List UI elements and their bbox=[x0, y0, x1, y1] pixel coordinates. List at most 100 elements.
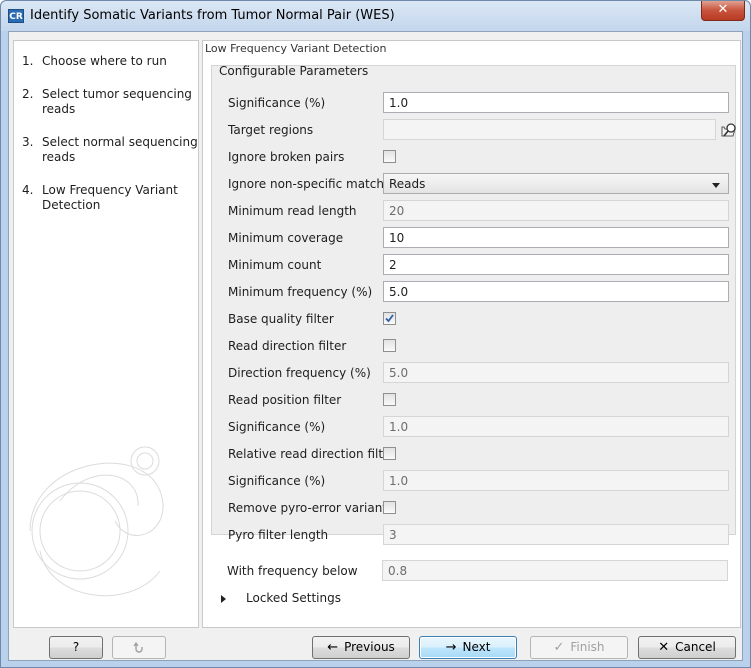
param-ignore-broken-pairs: Ignore broken pairs bbox=[212, 146, 737, 168]
param-ignore-non-specific-matches: Ignore non-specific matches Reads bbox=[212, 173, 737, 195]
step-number: 4. bbox=[22, 183, 34, 197]
param-significance-relative: Significance (%) 1.0 bbox=[212, 470, 737, 492]
param-label: Read direction filter bbox=[228, 339, 347, 353]
step-number: 3. bbox=[22, 135, 34, 149]
significance-relative-input[interactable]: 1.0 bbox=[383, 470, 729, 491]
param-significance-position: Significance (%) 1.0 bbox=[212, 416, 737, 438]
significance-position-input[interactable]: 1.0 bbox=[383, 416, 729, 437]
locked-settings-label: Locked Settings bbox=[246, 591, 341, 605]
step-select-tumor-reads: 2. Select tumor sequencing reads bbox=[22, 87, 198, 117]
param-minimum-coverage: Minimum coverage 10 bbox=[212, 227, 737, 249]
expand-arrow-icon bbox=[221, 594, 226, 603]
browse-folder-icon[interactable] bbox=[720, 120, 738, 140]
param-label: Minimum frequency (%) bbox=[228, 285, 373, 299]
param-minimum-read-length: Minimum read length 20 bbox=[212, 200, 737, 222]
cancel-label: Cancel bbox=[675, 640, 716, 654]
param-label: Significance (%) bbox=[228, 420, 326, 434]
base-quality-filter-checkbox[interactable] bbox=[383, 312, 396, 325]
reset-button[interactable] bbox=[112, 636, 166, 659]
param-label: Significance (%) bbox=[228, 474, 326, 488]
minimum-count-input[interactable]: 2 bbox=[383, 254, 729, 275]
button-bar: ? ← Previous → Next ✓ Finish ✕ Cancel bbox=[9, 630, 744, 662]
param-relative-read-direction-filter: Relative read direction filter bbox=[212, 443, 737, 465]
read-direction-filter-checkbox[interactable] bbox=[383, 339, 396, 352]
target-regions-input[interactable] bbox=[383, 119, 716, 140]
param-label: Base quality filter bbox=[228, 312, 334, 326]
param-base-quality-filter: Base quality filter bbox=[212, 308, 737, 330]
ignore-non-specific-matches-select[interactable]: Reads bbox=[383, 173, 729, 194]
undo-icon bbox=[133, 641, 143, 653]
checkmark-icon: ✓ bbox=[553, 640, 565, 655]
close-button[interactable]: ✕ bbox=[701, 1, 745, 21]
param-label: Ignore broken pairs bbox=[228, 150, 345, 164]
panel-title: Low Frequency Variant Detection bbox=[205, 42, 387, 55]
step-label: Select tumor sequencing reads bbox=[42, 87, 192, 116]
param-label: Minimum coverage bbox=[228, 231, 344, 245]
param-label: Minimum read length bbox=[228, 204, 357, 218]
dialog-body: 1. Choose where to run 2. Select tumor s… bbox=[8, 31, 743, 661]
step-label: Select normal sequencing reads bbox=[42, 135, 198, 164]
param-label: Relative read direction filter bbox=[228, 447, 396, 461]
param-label: Read position filter bbox=[228, 393, 342, 407]
select-value: Reads bbox=[389, 177, 426, 191]
group-title: Configurable Parameters bbox=[219, 64, 369, 78]
cancel-button[interactable]: ✕ Cancel bbox=[638, 636, 736, 659]
step-low-frequency-variant-detection: 4. Low Frequency Variant Detection bbox=[22, 183, 198, 213]
finish-label: Finish bbox=[570, 640, 605, 654]
step-label: Choose where to run bbox=[42, 54, 167, 68]
title-bar[interactable]: CR Identify Somatic Variants from Tumor … bbox=[1, 1, 750, 31]
help-button[interactable]: ? bbox=[49, 636, 103, 659]
param-label: Target regions bbox=[228, 123, 314, 137]
step-select-normal-reads: 3. Select normal sequencing reads bbox=[22, 135, 198, 165]
decorative-swirl-watermark bbox=[29, 446, 164, 597]
param-label: With frequency below bbox=[227, 564, 358, 578]
param-label: Ignore non-specific matches bbox=[228, 177, 398, 191]
next-label: Next bbox=[462, 640, 491, 654]
direction-frequency-input[interactable]: 5.0 bbox=[383, 362, 729, 383]
param-pyro-filter-length: Pyro filter length 3 bbox=[212, 524, 737, 546]
window-title: Identify Somatic Variants from Tumor Nor… bbox=[30, 8, 395, 23]
close-icon: ✕ bbox=[658, 640, 670, 655]
with-frequency-below-input[interactable]: 0.8 bbox=[382, 560, 728, 581]
param-label: Significance (%) bbox=[228, 96, 326, 110]
step-label: Low Frequency Variant Detection bbox=[42, 183, 178, 212]
param-direction-frequency: Direction frequency (%) 5.0 bbox=[212, 362, 737, 384]
remove-pyro-error-variants-checkbox[interactable] bbox=[383, 501, 396, 514]
next-button[interactable]: → Next bbox=[419, 636, 517, 659]
chevron-down-icon bbox=[712, 183, 720, 188]
checkmark-icon bbox=[385, 314, 394, 323]
step-number: 2. bbox=[22, 87, 34, 101]
param-label: Pyro filter length bbox=[228, 528, 329, 542]
param-minimum-frequency: Minimum frequency (%) 5.0 bbox=[212, 281, 737, 303]
param-label: Direction frequency (%) bbox=[228, 366, 371, 380]
previous-label: Previous bbox=[344, 640, 395, 654]
param-label: Remove pyro-error variants bbox=[228, 501, 394, 515]
step-choose-where-to-run: 1. Choose where to run bbox=[22, 54, 198, 69]
previous-button[interactable]: ← Previous bbox=[312, 636, 410, 659]
minimum-coverage-input[interactable]: 10 bbox=[383, 227, 729, 248]
dialog-window: CR Identify Somatic Variants from Tumor … bbox=[0, 0, 751, 668]
param-read-position-filter: Read position filter bbox=[212, 389, 737, 411]
param-remove-pyro-error-variants: Remove pyro-error variants bbox=[212, 497, 737, 519]
finish-button[interactable]: ✓ Finish bbox=[530, 636, 628, 659]
arrow-right-icon: → bbox=[445, 640, 457, 655]
minimum-read-length-input[interactable]: 20 bbox=[383, 200, 729, 221]
param-label: Minimum count bbox=[228, 258, 322, 272]
parameters-panel: Low Frequency Variant Detection Configur… bbox=[202, 40, 741, 628]
param-with-frequency-below: With frequency below 0.8 bbox=[211, 560, 736, 582]
minimum-frequency-input[interactable]: 5.0 bbox=[383, 281, 729, 302]
read-position-filter-checkbox[interactable] bbox=[383, 393, 396, 406]
ignore-broken-pairs-checkbox[interactable] bbox=[383, 150, 396, 163]
locked-settings-toggle[interactable]: Locked Settings bbox=[221, 591, 341, 605]
help-label: ? bbox=[72, 640, 80, 654]
param-read-direction-filter: Read direction filter bbox=[212, 335, 737, 357]
wizard-steps-panel: 1. Choose where to run 2. Select tumor s… bbox=[13, 40, 199, 628]
param-significance: Significance (%) 1.0 bbox=[212, 92, 737, 114]
arrow-left-icon: ← bbox=[327, 640, 339, 655]
app-icon: CR bbox=[8, 9, 24, 23]
relative-read-direction-filter-checkbox[interactable] bbox=[383, 447, 396, 460]
param-minimum-count: Minimum count 2 bbox=[212, 254, 737, 276]
pyro-filter-length-input[interactable]: 3 bbox=[383, 524, 729, 545]
step-number: 1. bbox=[22, 54, 34, 68]
significance-input[interactable]: 1.0 bbox=[383, 92, 729, 113]
